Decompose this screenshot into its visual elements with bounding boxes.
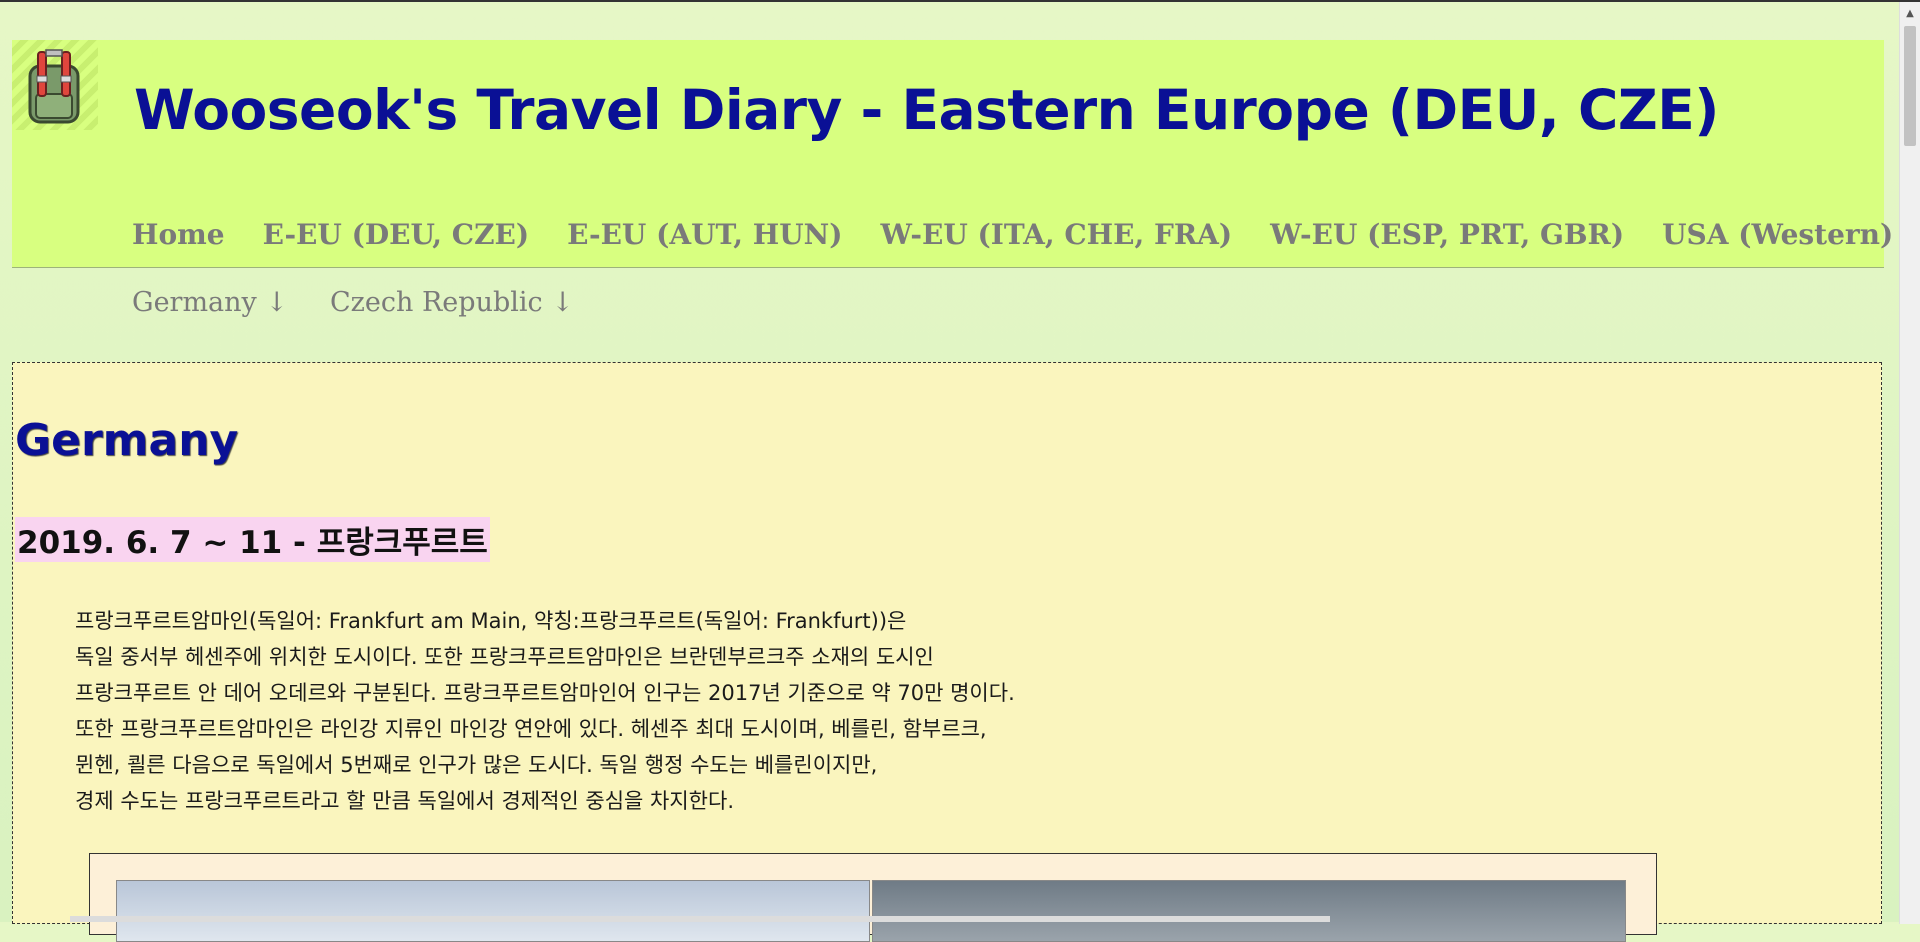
- nav-item-home[interactable]: Home: [132, 218, 225, 251]
- nav-item-usa-western[interactable]: USA (Western): [1662, 218, 1893, 251]
- description-line: 경제 수도는 프랑크푸르트라고 할 만큼 독일에서 경제적인 중심을 차지한다.: [75, 789, 734, 813]
- nav-item-weu-esp-prt-gbr[interactable]: W-EU (ESP, PRT, GBR): [1270, 218, 1624, 251]
- site-title: Wooseok's Travel Diary - Eastern Europe …: [134, 78, 1719, 142]
- description-line: 프랑크푸르트암마인(독일어: Frankfurt am Main, 약칭:프랑크…: [75, 609, 907, 633]
- backpack-icon: [28, 49, 80, 124]
- gallery-photo[interactable]: [872, 880, 1626, 942]
- site-logo[interactable]: [12, 40, 98, 130]
- nav-item-eeu-aut-hun[interactable]: E-EU (AUT, HUN): [567, 218, 842, 251]
- site-header: Wooseok's Travel Diary - Eastern Europe …: [12, 40, 1893, 268]
- description-line: 뮌헨, 쾰른 다음으로 독일에서 5번째로 인구가 많은 도시다. 독일 행정 …: [75, 753, 878, 777]
- scroll-up-icon[interactable]: ▲: [1900, 4, 1920, 24]
- sub-nav: Germany ↓ Czech Republic ↓: [132, 287, 574, 318]
- gallery-photo[interactable]: [116, 880, 870, 942]
- vertical-scrollbar[interactable]: ▲: [1899, 2, 1920, 924]
- description-line: 프랑크푸르트 안 데어 오데르와 구분된다. 프랑크푸르트암마인어 인구는 20…: [75, 681, 1015, 705]
- nav-item-eeu-deu-cze[interactable]: E-EU (DEU, CZE): [263, 218, 530, 251]
- main-nav: Home E-EU (DEU, CZE) E-EU (AUT, HUN) W-E…: [132, 218, 1893, 251]
- subnav-item-germany[interactable]: Germany ↓: [132, 287, 288, 318]
- content-area: Germany 2019. 6. 7 ~ 11 - 프랑크푸르트 프랑크푸르트암…: [12, 362, 1882, 942]
- description-line: 독일 중서부 헤센주에 위치한 도시이다. 또한 프랑크푸르트암마인은 브란덴부…: [75, 645, 934, 669]
- nav-item-weu-ita-che-fra[interactable]: W-EU (ITA, CHE, FRA): [880, 218, 1232, 251]
- description-line: 또한 프랑크푸르트암마인은 라인강 지류인 마인강 연안에 있다. 헤센주 최대…: [75, 717, 987, 741]
- trip-heading: 2019. 6. 7 ~ 11 - 프랑크푸르트: [15, 517, 490, 562]
- trip-description: 프랑크푸르트암마인(독일어: Frankfurt am Main, 약칭:프랑크…: [75, 603, 1175, 819]
- country-title: Germany: [15, 415, 239, 466]
- scroll-thumb[interactable]: [1904, 26, 1916, 146]
- photo-gallery: [89, 853, 1657, 942]
- horizontal-scrollbar[interactable]: [70, 916, 1330, 922]
- subnav-item-czech-republic[interactable]: Czech Republic ↓: [330, 287, 574, 318]
